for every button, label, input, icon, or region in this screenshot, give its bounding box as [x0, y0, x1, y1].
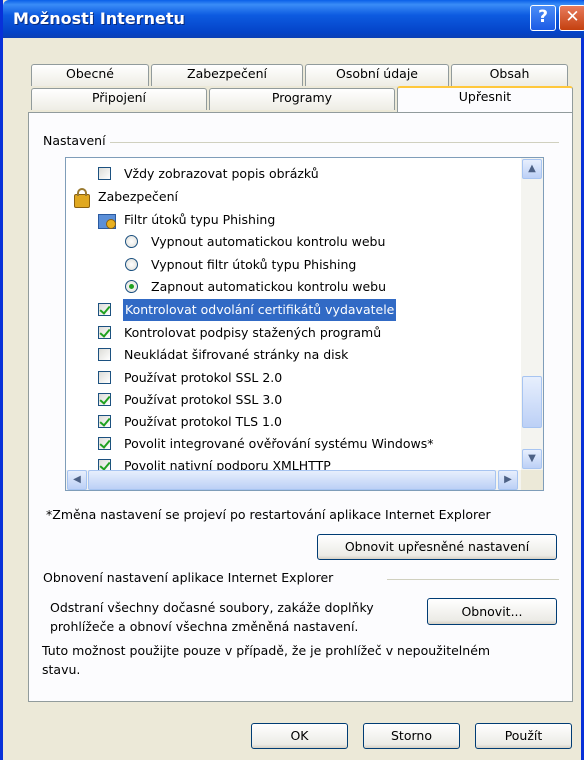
list-item-label: Vypnout filtr útoků typu Phishing	[151, 257, 357, 272]
list-item-label: Kontrolovat odvolání certifikátů vydavat…	[121, 298, 398, 322]
list-item-label: Povolit integrované ověřování systému Wi…	[124, 436, 434, 451]
window-title: Možnosti Internetu	[13, 9, 185, 28]
list-item-label: Neukládat šifrované stránky na disk	[124, 347, 349, 362]
reset-group-label: Obnovení nastavení aplikace Internet Exp…	[43, 570, 338, 585]
tab-pripojeni[interactable]: Připojení	[31, 88, 207, 110]
apply-button[interactable]: Použít	[475, 723, 572, 749]
checkbox[interactable]	[98, 393, 111, 406]
scroll-thumb[interactable]	[522, 376, 542, 428]
list-item-label: Používat protokol SSL 3.0	[124, 392, 283, 407]
phishing-filter-icon	[98, 214, 116, 229]
scroll-down-icon[interactable]: ▼	[522, 449, 542, 469]
scroll-up-icon[interactable]: ▲	[522, 159, 542, 179]
checkbox[interactable]	[98, 415, 111, 428]
checkbox[interactable]	[98, 348, 111, 361]
list-item-label: Vypnout automatickou kontrolu webu	[151, 234, 386, 249]
checkbox[interactable]	[98, 167, 111, 180]
scrollbar-corner	[521, 470, 543, 490]
help-button[interactable]: ?	[530, 5, 556, 31]
list-item-label: Používat protokol SSL 2.0	[124, 370, 283, 385]
scroll-right-icon[interactable]: ▶	[498, 470, 518, 490]
list-item-label: Vždy zobrazovat popis obrázků	[124, 166, 319, 181]
horizontal-scrollbar[interactable]: ◀ ▶	[66, 470, 521, 490]
tab-upresnit[interactable]: Upřesnit	[397, 86, 573, 112]
reset-group-line	[387, 579, 559, 580]
tab-zabezpeceni[interactable]: Zabezpečení	[151, 64, 303, 86]
reset-warning-line2: stavu.	[42, 662, 81, 677]
settings-group-label: Nastavení	[43, 133, 110, 148]
checkbox[interactable]	[98, 303, 111, 316]
tab-programy[interactable]: Programy	[209, 88, 395, 110]
checkbox[interactable]	[98, 326, 111, 339]
radio-button[interactable]	[125, 258, 138, 271]
reset-warning-line1: Tuto možnost použijte pouze v případě, ž…	[42, 643, 491, 658]
lock-icon	[74, 188, 90, 208]
scroll-left-icon[interactable]: ◀	[67, 470, 87, 490]
settings-group-line	[47, 142, 559, 143]
restore-advanced-settings-button[interactable]: Obnovit upřesněné nastavení	[317, 534, 557, 560]
radio-button[interactable]	[125, 280, 138, 293]
tab-obsah[interactable]: Obsah	[451, 64, 568, 86]
checkbox[interactable]	[98, 437, 111, 450]
restart-note: *Změna nastavení se projeví po restartov…	[46, 507, 491, 522]
vertical-scrollbar[interactable]: ▲ ▼	[521, 158, 543, 470]
ok-button[interactable]: OK	[251, 723, 348, 749]
category-label: Zabezpečení	[98, 189, 178, 204]
settings-list[interactable]: Vždy zobrazovat popis obrázků Zabezpečen…	[65, 157, 544, 491]
subcategory-label: Filtr útoků typu Phishing	[124, 212, 276, 227]
radio-button[interactable]	[125, 235, 138, 248]
horizontal-scroll-thumb[interactable]	[88, 470, 496, 490]
reset-button[interactable]: Obnovit...	[427, 598, 557, 625]
list-item-label: Používat protokol TLS 1.0	[124, 414, 282, 429]
cancel-button[interactable]: Storno	[363, 723, 460, 749]
tab-obecne[interactable]: Obecné	[31, 64, 149, 86]
list-item-label: Zapnout automatickou kontrolu webu	[151, 279, 386, 294]
close-button[interactable]: ✕	[559, 5, 584, 31]
reset-description-line1: Odstraní všechny dočasné soubory, zakáže…	[50, 600, 374, 615]
reset-description-line2: prohlížeče a obnoví všechna změněná nast…	[50, 619, 359, 634]
checkbox[interactable]	[98, 371, 111, 384]
title-bar[interactable]: Možnosti Internetu ? ✕	[3, 0, 584, 38]
list-item-label: Kontrolovat podpisy stažených programů	[124, 325, 382, 340]
internet-options-dialog: Možnosti Internetu ? ✕ Obecné Zabezpečen…	[0, 0, 584, 760]
tab-osobni-udaje[interactable]: Osobní údaje	[305, 64, 449, 86]
